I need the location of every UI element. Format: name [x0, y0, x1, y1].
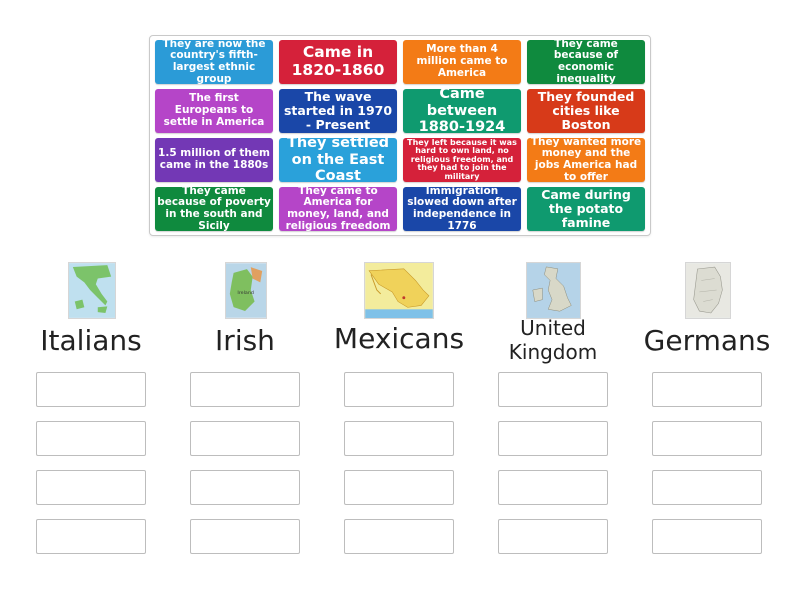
drop-slot-1[interactable] — [36, 372, 146, 407]
germany-map-thumbnail — [685, 262, 731, 319]
mexico-map-image — [365, 263, 433, 318]
column-title: Germans — [643, 324, 771, 357]
column-title: United Kingdom — [508, 316, 598, 364]
card-potato-famine[interactable]: Came during the potato famine — [527, 187, 645, 231]
drop-slot-4[interactable] — [498, 519, 608, 554]
card-economic-inequality[interactable]: They came because of economic inequality — [527, 38, 645, 85]
card-tray: They are now the country's fifth-largest… — [149, 35, 651, 236]
card-slowed-1776[interactable]: Immigration slowed down after independen… — [403, 185, 521, 232]
ireland-map-thumbnail: Ireland — [225, 262, 267, 319]
italy-map-thumbnail — [68, 262, 116, 319]
drop-slot-3[interactable] — [652, 470, 762, 505]
card-east-coast[interactable]: They settled on the East Coast — [279, 135, 397, 184]
card-founded-boston[interactable]: They founded cities like Boston — [527, 89, 645, 133]
card-hard-to-own-land[interactable]: They left because it was hard to own lan… — [403, 138, 521, 182]
card-wave-1970[interactable]: The wave started in 1970 - Present — [279, 89, 397, 133]
column-title: Irish — [215, 324, 275, 357]
drop-slot-2[interactable] — [652, 421, 762, 456]
card-four-million[interactable]: More than 4 million came to America — [403, 40, 521, 84]
card-came-1820-1860[interactable]: Came in 1820-1860 — [279, 40, 397, 84]
card-wanted-money[interactable]: They wanted more money and the jobs Amer… — [527, 136, 645, 183]
mexico-map-thumbnail — [364, 262, 434, 319]
drop-slot-4[interactable] — [344, 519, 454, 554]
drop-slot-1[interactable] — [344, 372, 454, 407]
drop-slot-2[interactable] — [190, 421, 300, 456]
drop-slot-3[interactable] — [344, 470, 454, 505]
card-money-land-religion[interactable]: They came to America for money, land, an… — [279, 185, 397, 232]
drop-slot-1[interactable] — [652, 372, 762, 407]
drop-slot-3[interactable] — [36, 470, 146, 505]
column-title: Mexicans — [333, 322, 465, 355]
drop-slot-2[interactable] — [36, 421, 146, 456]
uk-map-thumbnail — [526, 262, 581, 319]
card-poverty-sicily[interactable]: They came because of poverty in the sout… — [155, 185, 273, 232]
drop-slot-2[interactable] — [498, 421, 608, 456]
drop-slot-3[interactable] — [190, 470, 300, 505]
uk-map-image — [527, 263, 580, 318]
card-one-point-five-million[interactable]: 1.5 million of them came in the 1880s — [155, 138, 273, 182]
column-title: Italians — [40, 324, 142, 357]
drop-slot-3[interactable] — [498, 470, 608, 505]
drop-slot-1[interactable] — [190, 372, 300, 407]
germany-map-image — [686, 263, 730, 318]
drop-slot-4[interactable] — [652, 519, 762, 554]
svg-text:Ireland: Ireland — [237, 290, 253, 296]
card-fifth-largest-group[interactable]: They are now the country's fifth-largest… — [155, 38, 273, 85]
card-first-europeans[interactable]: The first Europeans to settle in America — [155, 89, 273, 133]
drop-slot-1[interactable] — [498, 372, 608, 407]
drop-slot-2[interactable] — [344, 421, 454, 456]
drop-slot-4[interactable] — [190, 519, 300, 554]
ireland-map-image: Ireland — [226, 263, 266, 318]
italy-map-image — [69, 263, 115, 318]
card-came-1880-1924[interactable]: Came between 1880-1924 — [403, 86, 521, 135]
drop-slot-4[interactable] — [36, 519, 146, 554]
